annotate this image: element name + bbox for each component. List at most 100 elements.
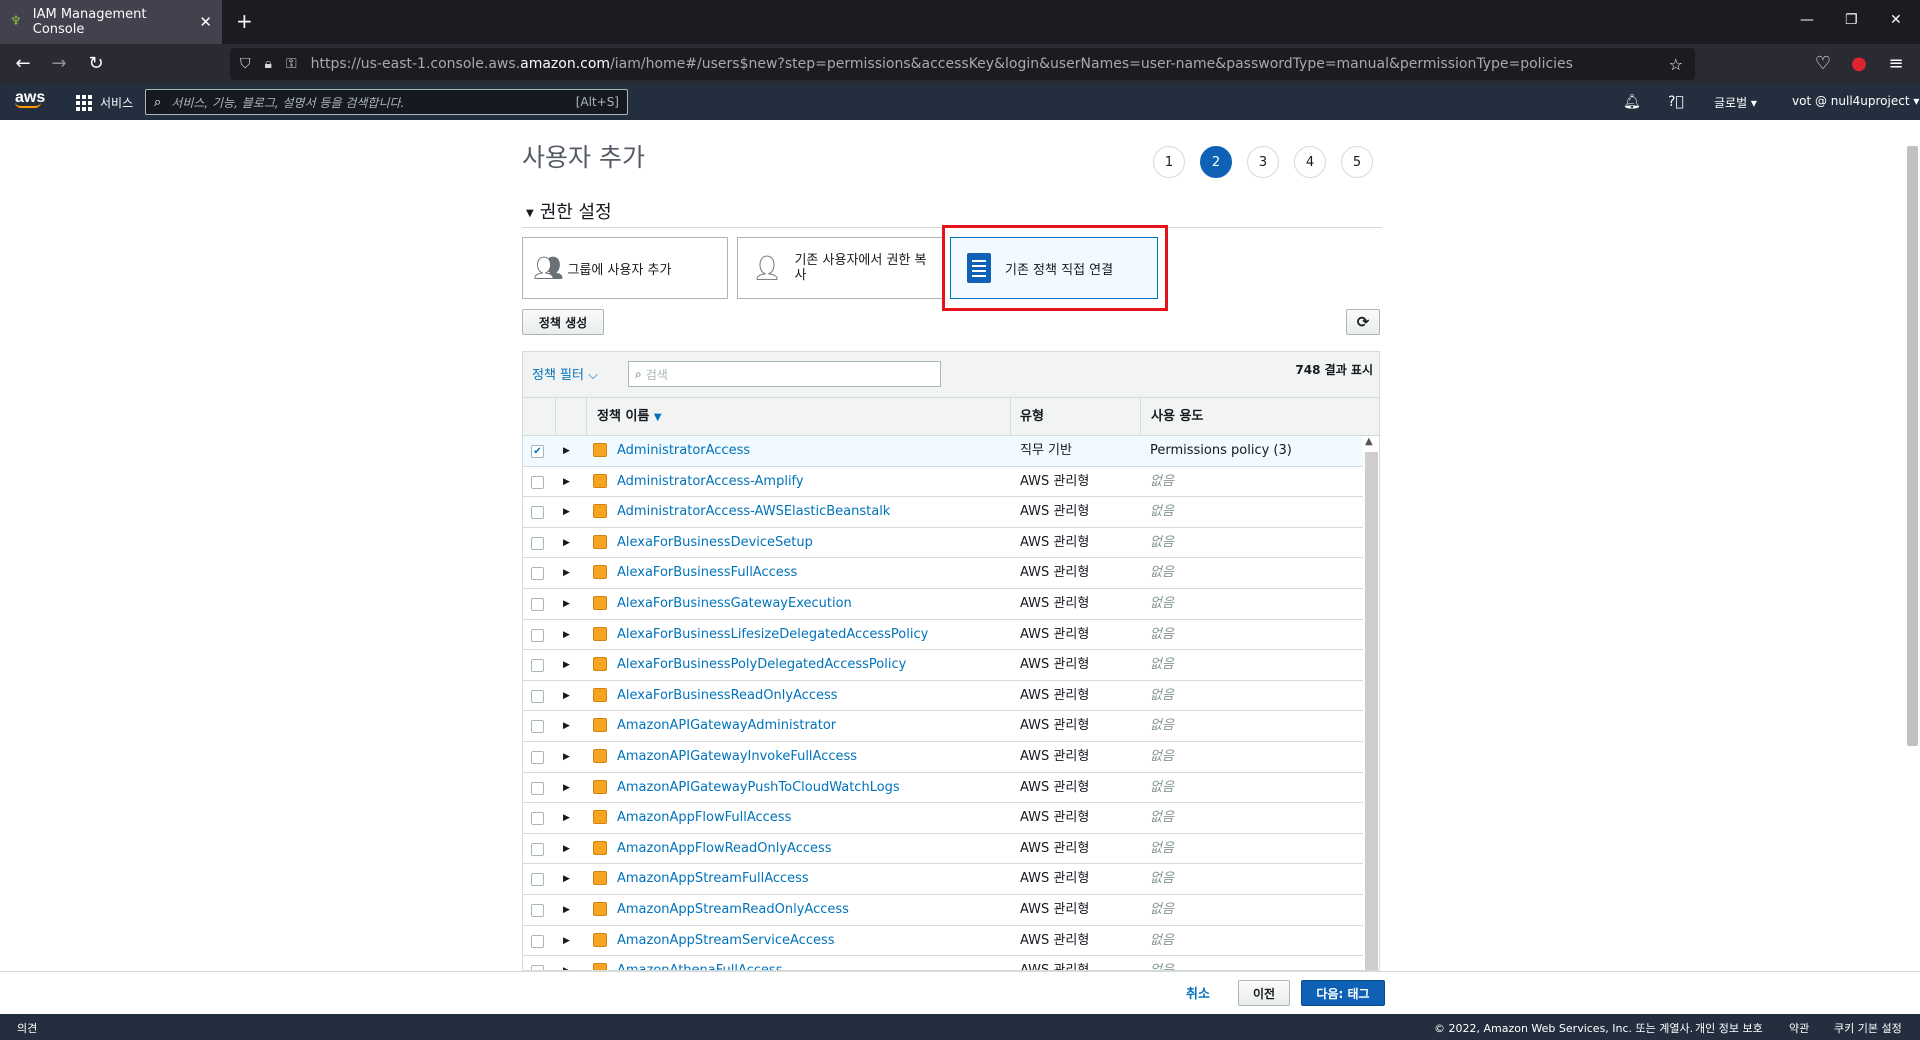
expand-icon[interactable]: ▶: [563, 528, 570, 558]
close-tab-icon[interactable]: ✕: [199, 13, 212, 31]
header-type[interactable]: 유형: [1010, 398, 1140, 436]
policy-name-link[interactable]: AdministratorAccess-AWSElasticBeanstalk: [617, 497, 890, 527]
help-icon[interactable]: ?⃝: [1668, 94, 1684, 110]
header-policy-name[interactable]: 정책 이름 ▼: [586, 398, 1020, 436]
policy-name-link[interactable]: AmazonAPIGatewayAdministrator: [617, 711, 836, 741]
row-checkbox[interactable]: [531, 781, 544, 795]
step-2[interactable]: 2: [1200, 146, 1232, 178]
row-checkbox[interactable]: [531, 536, 544, 550]
table-row[interactable]: ▶ AlexaForBusinessGatewayExecution AWS 관리형…: [523, 589, 1363, 620]
shield-icon[interactable]: ⛉: [240, 56, 251, 72]
next-tags-button[interactable]: 다음: 태그: [1301, 980, 1385, 1006]
restore-icon[interactable]: ❐: [1845, 12, 1858, 28]
account-menu[interactable]: vot @ null4uproject ▾: [1792, 94, 1919, 108]
forward-icon[interactable]: →: [47, 52, 71, 76]
search-input[interactable]: ⌕ 서비스, 기능, 블로그, 설명서 등을 검색합니다. [Alt+S]: [145, 89, 628, 115]
policy-name-link[interactable]: AlexaForBusinessDeviceSetup: [617, 528, 813, 558]
policy-name-link[interactable]: AmazonAPIGatewayPushToCloudWatchLogs: [617, 773, 900, 803]
bookmark-star-icon[interactable]: ☆: [1669, 55, 1683, 74]
row-checkbox[interactable]: [531, 628, 544, 642]
table-scrollbar[interactable]: ▲: [1363, 436, 1379, 970]
page-scroll-thumb[interactable]: [1907, 146, 1918, 746]
expand-icon[interactable]: ▶: [563, 436, 570, 466]
cookie-preferences-link[interactable]: 쿠키 기본 설정: [1834, 1020, 1902, 1036]
table-row[interactable]: ✔ ▶ AdministratorAccess 직무 기반 Permissions po…: [523, 436, 1363, 467]
option-copy-permissions[interactable]: 👤︎ 기존 사용자에서 권한 복사: [737, 237, 943, 299]
row-checkbox[interactable]: [531, 475, 544, 489]
policy-name-link[interactable]: AdministratorAccess-Amplify: [617, 467, 804, 497]
table-row[interactable]: ▶ AmazonAppStreamFullAccess AWS 관리형 없음: [523, 864, 1363, 895]
step-1[interactable]: 1: [1153, 146, 1185, 178]
expand-icon[interactable]: ▶: [563, 497, 570, 527]
back-icon[interactable]: ←: [11, 52, 35, 76]
table-row[interactable]: ▶ AlexaForBusinessDeviceSetup AWS 관리형 없음: [523, 528, 1363, 559]
key-icon[interactable]: ⚿: [286, 56, 297, 72]
create-policy-button[interactable]: 정책 생성: [522, 309, 604, 335]
row-checkbox[interactable]: [531, 506, 544, 520]
policy-name-link[interactable]: AmazonAppStreamFullAccess: [617, 864, 809, 894]
policy-search-input[interactable]: ⌕ 검색: [628, 361, 941, 387]
region-menu[interactable]: 글로벌 ▾: [1714, 94, 1757, 111]
expand-icon[interactable]: ▶: [563, 620, 570, 650]
table-row[interactable]: ▶ AmazonAthenaFullAccess AWS 관리형 없음: [523, 956, 1363, 970]
row-checkbox[interactable]: [531, 720, 544, 734]
extension-icon[interactable]: ●: [1847, 52, 1871, 76]
expand-icon[interactable]: ▶: [563, 895, 570, 925]
expand-icon[interactable]: ▶: [563, 803, 570, 833]
expand-icon[interactable]: ▶: [563, 681, 570, 711]
table-row[interactable]: ▶ AmazonAPIGatewayAdministrator AWS 관리형 없음: [523, 711, 1363, 742]
terms-link[interactable]: 약관: [1789, 1020, 1809, 1036]
expand-icon[interactable]: ▶: [563, 558, 570, 588]
row-checkbox[interactable]: [531, 597, 544, 611]
header-usage[interactable]: 사용 용도: [1140, 398, 1364, 436]
policy-name-link[interactable]: AmazonAPIGatewayInvokeFullAccess: [617, 742, 857, 772]
step-3[interactable]: 3: [1247, 146, 1279, 178]
policy-name-link[interactable]: AmazonAppFlowReadOnlyAccess: [617, 834, 832, 864]
expand-icon[interactable]: ▶: [563, 956, 570, 970]
table-row[interactable]: ▶ AmazonAPIGatewayPushToCloudWatchLogs AWS…: [523, 773, 1363, 804]
table-row[interactable]: ▶ AmazonAppFlowReadOnlyAccess AWS 관리형 없음: [523, 834, 1363, 865]
expand-icon[interactable]: ▶: [563, 742, 570, 772]
browser-tab[interactable]: ♆ IAM Management Console ✕: [0, 0, 222, 44]
expand-icon[interactable]: ▶: [563, 467, 570, 497]
expand-icon[interactable]: ▶: [563, 864, 570, 894]
row-checkbox[interactable]: [531, 873, 544, 887]
url-text[interactable]: https://us-east-1.console.aws.amazon.com…: [311, 56, 1573, 72]
expand-icon[interactable]: ▶: [563, 650, 570, 680]
menu-icon[interactable]: ≡: [1884, 52, 1908, 76]
table-row[interactable]: ▶ AlexaForBusinessFullAccess AWS 관리형 없음: [523, 558, 1363, 589]
step-5[interactable]: 5: [1341, 146, 1373, 178]
table-row[interactable]: ▶ AmazonAppStreamServiceAccess AWS 관리형 없음: [523, 926, 1363, 957]
expand-icon[interactable]: ▶: [563, 711, 570, 741]
policy-name-link[interactable]: AlexaForBusinessPolyDelegatedAccessPolic…: [617, 650, 906, 680]
row-checkbox[interactable]: [531, 567, 544, 581]
table-row[interactable]: ▶ AmazonAppFlowFullAccess AWS 관리형 없음: [523, 803, 1363, 834]
page-scrollbar[interactable]: [1904, 134, 1920, 1014]
policy-name-link[interactable]: AmazonAthenaFullAccess: [617, 956, 782, 970]
option-add-to-group[interactable]: 👥︎ 그룹에 사용자 추가: [522, 237, 728, 299]
expand-icon[interactable]: ▶: [563, 589, 570, 619]
policy-name-link[interactable]: AlexaForBusinessLifesizeDelegatedAccessP…: [617, 620, 928, 650]
scroll-thumb[interactable]: [1365, 452, 1378, 970]
row-checkbox[interactable]: [531, 842, 544, 856]
refresh-icon[interactable]: ⟳: [1346, 309, 1380, 335]
window-close-icon[interactable]: ✕: [1890, 12, 1902, 28]
new-tab-icon[interactable]: +: [236, 11, 253, 31]
policy-name-link[interactable]: AlexaForBusinessReadOnlyAccess: [617, 681, 838, 711]
policy-name-link[interactable]: AdministratorAccess: [617, 436, 750, 466]
bell-icon[interactable]: 🔔︎: [1623, 94, 1641, 110]
table-row[interactable]: ▶ AlexaForBusinessPolyDelegatedAccessPoli…: [523, 650, 1363, 681]
row-checkbox[interactable]: [531, 659, 544, 673]
section-header[interactable]: ▼ 권한 설정: [522, 198, 1382, 228]
policy-name-link[interactable]: AlexaForBusinessGatewayExecution: [617, 589, 852, 619]
row-checkbox[interactable]: [531, 812, 544, 826]
table-row[interactable]: ▶ AmazonAppStreamReadOnlyAccess AWS 관리형 없음: [523, 895, 1363, 926]
expand-icon[interactable]: ▶: [563, 926, 570, 956]
privacy-link[interactable]: 개인 정보 보호: [1695, 1020, 1763, 1036]
aws-logo[interactable]: aws: [15, 90, 45, 108]
row-checkbox[interactable]: [531, 689, 544, 703]
policy-name-link[interactable]: AmazonAppStreamServiceAccess: [617, 926, 835, 956]
row-checkbox[interactable]: [531, 903, 544, 917]
pocket-icon[interactable]: ♡: [1811, 52, 1835, 76]
step-4[interactable]: 4: [1294, 146, 1326, 178]
